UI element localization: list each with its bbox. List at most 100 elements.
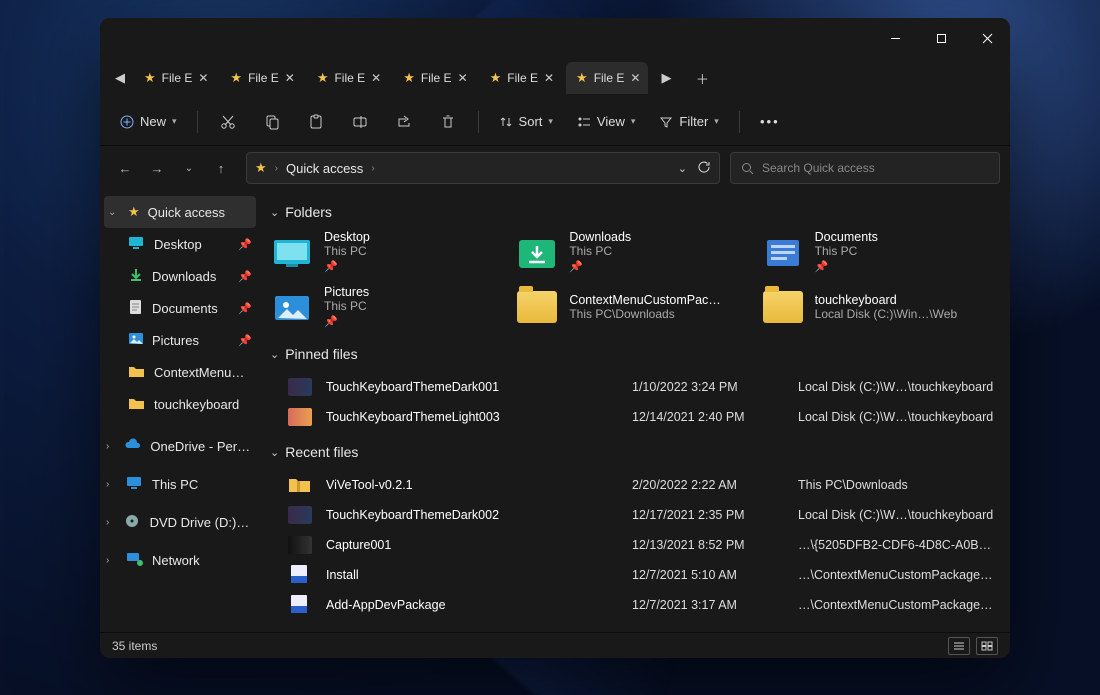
sidebar-item[interactable]: touchkeyboard (100, 388, 260, 420)
folder-tile[interactable]: touchkeyboard Local Disk (C:)\Win…\Web (761, 285, 996, 328)
folder-icon (515, 287, 559, 327)
documents-icon (128, 299, 144, 318)
tab[interactable]: ★ File E ✕ (134, 62, 216, 94)
refresh-button[interactable] (697, 160, 711, 177)
tab[interactable]: ★ File E ✕ (566, 62, 648, 94)
star-icon: ★ (576, 70, 588, 86)
tab[interactable]: ★ File E ✕ (480, 62, 562, 94)
file-name: Add-AppDevPackage (326, 598, 626, 612)
chevron-down-icon[interactable]: ⌄ (678, 162, 687, 175)
tab[interactable]: ★ File E ✕ (307, 62, 389, 94)
tab-scroll-right[interactable]: ▶ (652, 64, 680, 92)
star-icon: ★ (490, 70, 502, 86)
folder-tile[interactable]: Pictures This PC 📌 (270, 285, 505, 328)
sidebar-item[interactable]: Downloads 📌 (100, 260, 260, 292)
search-box[interactable] (730, 152, 1000, 184)
filter-button[interactable]: Filter ▾ (649, 105, 728, 139)
view-button[interactable]: View ▾ (567, 105, 645, 139)
sidebar-item[interactable]: › This PC (100, 468, 260, 500)
folder-tile[interactable]: Desktop This PC 📌 (270, 230, 505, 273)
sidebar-item[interactable]: Pictures 📌 (100, 324, 260, 356)
tab-close-button[interactable]: ✕ (198, 71, 208, 85)
folder-location: This PC (815, 244, 878, 258)
sidebar-item-label: Quick access (148, 205, 225, 220)
file-row[interactable]: Install 12/7/2021 5:10 AM …\ContextMenuC… (270, 560, 996, 590)
file-name: ViVeTool-v0.2.1 (326, 478, 626, 492)
downloads-icon (515, 232, 559, 272)
group-label: Pinned files (285, 346, 357, 362)
folder-tile[interactable]: Downloads This PC 📌 (515, 230, 750, 273)
tab-close-button[interactable]: ✕ (285, 71, 295, 85)
tab-close-button[interactable]: ✕ (371, 71, 381, 85)
file-thumb (288, 536, 320, 554)
search-icon (741, 162, 754, 175)
thumbnails-view-toggle[interactable] (976, 637, 998, 655)
folder-name: ContextMenuCustomPac… (569, 293, 720, 307)
pictures-icon (270, 287, 314, 327)
file-row[interactable]: TouchKeyboardThemeDark002 12/17/2021 2:3… (270, 500, 996, 530)
share-button[interactable] (384, 105, 424, 139)
rename-button[interactable] (340, 105, 380, 139)
sidebar-item[interactable]: Desktop 📌 (100, 228, 260, 260)
tab-close-button[interactable]: ✕ (544, 71, 554, 85)
details-view-toggle[interactable] (948, 637, 970, 655)
up-button[interactable]: ↑ (206, 153, 236, 183)
sidebar-item-quick-access[interactable]: ⌄ ★ Quick access (104, 196, 256, 228)
folder-tile[interactable]: Documents This PC 📌 (761, 230, 996, 273)
close-button[interactable] (964, 18, 1010, 58)
file-location: Local Disk (C:)\W…\touchkeyboard (798, 380, 996, 394)
file-thumb (288, 408, 320, 426)
folder-location: This PC (324, 299, 369, 313)
sidebar-item[interactable]: Documents 📌 (100, 292, 260, 324)
tab-close-button[interactable]: ✕ (458, 71, 468, 85)
new-button[interactable]: New ▾ (110, 105, 187, 139)
maximize-button[interactable] (918, 18, 964, 58)
forward-button[interactable]: → (142, 153, 172, 183)
star-icon: ★ (230, 70, 242, 86)
delete-button[interactable] (428, 105, 468, 139)
copy-button[interactable] (252, 105, 292, 139)
group-header-recent[interactable]: ⌄ Recent files (270, 444, 996, 460)
tab[interactable]: ★ File E ✕ (393, 62, 475, 94)
group-header-pinned[interactable]: ⌄ Pinned files (270, 346, 996, 362)
network-icon (126, 552, 144, 569)
cut-button[interactable] (208, 105, 248, 139)
sort-button[interactable]: Sort ▾ (489, 105, 563, 139)
breadcrumb-location[interactable]: Quick access (286, 161, 363, 176)
tab[interactable]: ★ File E ✕ (220, 62, 302, 94)
tab-close-button[interactable]: ✕ (630, 71, 640, 85)
chevron-down-icon: ⌄ (270, 206, 279, 219)
recent-locations-button[interactable]: ⌄ (174, 153, 204, 183)
rename-icon (352, 114, 368, 130)
desktop-icon (270, 232, 314, 272)
folder-name: Documents (815, 230, 878, 244)
back-button[interactable]: ← (110, 153, 140, 183)
chevron-down-icon: ▾ (631, 116, 636, 127)
file-thumb (288, 378, 320, 396)
folder-tile[interactable]: ContextMenuCustomPac… This PC\Downloads (515, 285, 750, 328)
minimize-button[interactable] (872, 18, 918, 58)
new-tab-button[interactable]: ＋ (686, 64, 718, 92)
group-header-folders[interactable]: ⌄ Folders (270, 204, 996, 220)
more-button[interactable]: ••• (750, 105, 790, 139)
file-row[interactable]: ViVeTool-v0.2.1 2/20/2022 2:22 AM This P… (270, 470, 996, 500)
sidebar-item-label: Documents (152, 301, 218, 316)
sidebar-item[interactable]: › OneDrive - Personal (100, 430, 260, 462)
pin-icon: 📌 (324, 315, 369, 328)
address-bar[interactable]: ★ › Quick access › ⌄ (246, 152, 720, 184)
sidebar-item[interactable]: ContextMenuCust (100, 356, 260, 388)
downloads-icon (128, 267, 144, 286)
paste-button[interactable] (296, 105, 336, 139)
folder-location: This PC (569, 244, 631, 258)
group-label: Recent files (285, 444, 358, 460)
file-row[interactable]: TouchKeyboardThemeLight003 12/14/2021 2:… (270, 402, 996, 432)
search-input[interactable] (762, 161, 989, 175)
explorer-window: ◀ ★ File E ✕★ File E ✕★ File E ✕★ File E… (100, 18, 1010, 658)
file-location: Local Disk (C:)\W…\touchkeyboard (798, 508, 996, 522)
file-row[interactable]: Capture001 12/13/2021 8:52 PM …\{5205DFB… (270, 530, 996, 560)
file-row[interactable]: TouchKeyboardThemeDark001 1/10/2022 3:24… (270, 372, 996, 402)
sidebar-item[interactable]: › DVD Drive (D:) CCCC (100, 506, 260, 538)
sidebar-item[interactable]: › Network (100, 544, 260, 576)
file-row[interactable]: Add-AppDevPackage 12/7/2021 3:17 AM …\Co… (270, 590, 996, 620)
tab-scroll-left[interactable]: ◀ (106, 64, 134, 92)
